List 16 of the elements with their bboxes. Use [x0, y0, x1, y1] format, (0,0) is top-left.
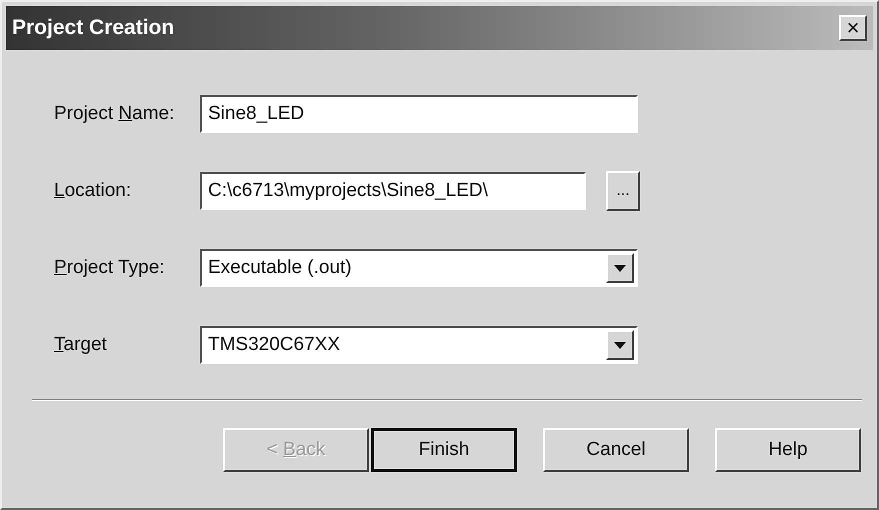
dropdown-arrow-icon [614, 342, 626, 348]
dropdown-field[interactable]: TMS320C67XX [200, 326, 638, 364]
input-field[interactable]: C:\c6713\myprojects\Sine8_LED\ [200, 172, 586, 210]
dropdown-arrow-icon [614, 264, 626, 272]
dialog-button[interactable]: Help [715, 428, 861, 472]
dropdown-field[interactable]: Executable (.out) [200, 249, 638, 287]
window-title: Project Creation [12, 16, 174, 40]
close-button[interactable]: × [839, 15, 867, 41]
field-label: Location: [54, 180, 132, 202]
dialog-button[interactable]: Cancel [543, 428, 689, 472]
dialog-button[interactable]: Finish [371, 428, 517, 472]
field-label: Project Type: [54, 257, 166, 279]
input-field[interactable]: Sine8_LED [200, 95, 638, 133]
field-label: Project Name: [54, 103, 176, 125]
field-label: Target [54, 334, 108, 356]
browse-button[interactable]: ... [606, 171, 640, 211]
